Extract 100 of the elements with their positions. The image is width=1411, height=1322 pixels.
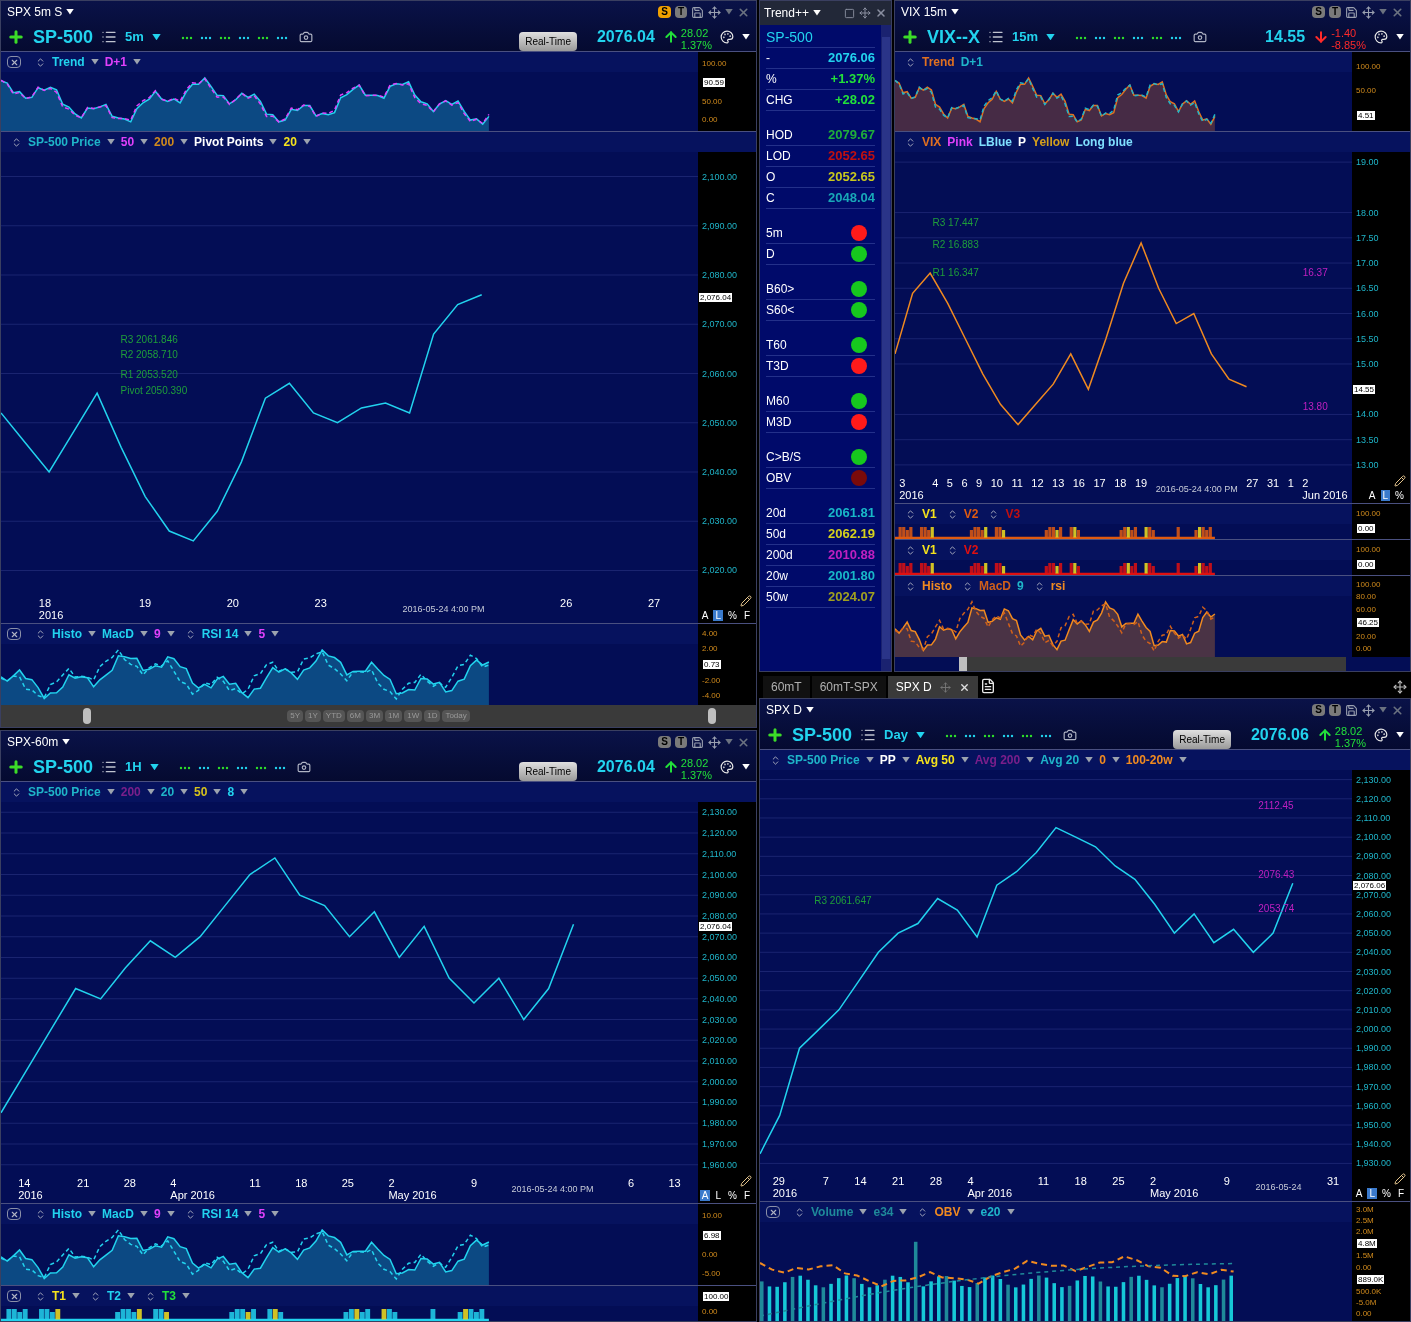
caret-icon[interactable] [271, 1211, 280, 1217]
palette-icon[interactable] [720, 760, 734, 774]
pencil-icon[interactable] [740, 1175, 752, 1187]
legend-item[interactable]: 20 [160, 783, 175, 801]
drag-handle-icon[interactable] [905, 56, 916, 68]
legend-item[interactable]: MacD [102, 625, 134, 643]
caret-icon[interactable] [166, 1211, 175, 1217]
caret-icon[interactable] [146, 789, 155, 795]
tool-button[interactable]: T [1328, 6, 1341, 18]
list-icon[interactable] [101, 29, 118, 45]
tab[interactable]: SPX D [887, 676, 978, 698]
legend-item[interactable]: MacD [979, 577, 1011, 595]
legend-item[interactable]: Yellow [1032, 133, 1070, 151]
legend-item[interactable]: Pivot Points [194, 133, 264, 151]
caret-icon[interactable] [1111, 757, 1120, 763]
legend-item[interactable]: Trend [922, 53, 955, 71]
legend-item[interactable]: V1 [922, 505, 937, 523]
tool-button[interactable]: T [674, 736, 687, 748]
new-tab-icon[interactable] [979, 678, 996, 694]
drag-handle-icon[interactable] [794, 1206, 805, 1218]
add-icon[interactable] [901, 28, 919, 46]
drag-handle-icon[interactable] [35, 628, 46, 640]
legend-item[interactable]: 0 [1099, 751, 1106, 769]
scale-button[interactable]: A [1366, 490, 1378, 501]
tool-button[interactable]: S [1312, 6, 1325, 18]
caret-icon[interactable] [106, 789, 115, 795]
scale-button[interactable]: L [713, 610, 723, 621]
interval-label[interactable]: 5m [125, 27, 144, 47]
real-time-button[interactable]: Real-Time [519, 761, 577, 781]
legend-item[interactable]: Histo [922, 577, 952, 595]
caret-icon[interactable] [133, 59, 142, 65]
palette-icon[interactable] [1374, 30, 1388, 44]
legend-item[interactable]: 9 [1017, 577, 1024, 595]
pencil-icon[interactable] [1394, 475, 1406, 487]
caret-icon[interactable] [127, 1293, 136, 1299]
tool-button[interactable]: T [674, 6, 687, 18]
legend-item[interactable]: 50 [194, 783, 208, 801]
pencil-icon[interactable] [1394, 1173, 1406, 1185]
scale-button[interactable]: L [1367, 1188, 1377, 1199]
chart-title[interactable]: SPX D [766, 701, 802, 719]
caret-icon[interactable] [1046, 33, 1056, 41]
save-icon[interactable] [1345, 703, 1358, 717]
legend-item[interactable]: SP-500 Price [28, 783, 101, 801]
legend-item[interactable]: V1 [922, 541, 937, 559]
chart-title[interactable]: SPX 5m S [7, 3, 63, 21]
drag-handle-icon[interactable] [11, 136, 22, 148]
tab[interactable]: 60mT [763, 676, 810, 698]
caret-icon[interactable] [1085, 757, 1094, 763]
legend-item[interactable]: Volume [811, 1203, 854, 1221]
caret-icon[interactable] [66, 9, 75, 15]
legend-item[interactable]: MacD [102, 1205, 134, 1223]
caret-icon[interactable] [149, 763, 159, 771]
drag-handle-icon[interactable] [962, 580, 973, 592]
save-icon[interactable] [1345, 5, 1358, 19]
tool-button[interactable]: S [658, 736, 671, 748]
legend-item[interactable]: V2 [963, 505, 979, 523]
list-icon[interactable] [860, 727, 877, 743]
caret-icon[interactable] [244, 631, 253, 637]
legend-item[interactable]: 50 [120, 133, 135, 151]
legend-item[interactable]: VIX [922, 133, 942, 151]
caret-icon[interactable] [62, 739, 71, 745]
caret-icon[interactable] [140, 1211, 148, 1217]
legend-item[interactable]: e20 [980, 1203, 1001, 1221]
legend-item[interactable]: e34 [873, 1203, 894, 1221]
palette-icon[interactable] [1374, 728, 1388, 742]
close-box-icon[interactable] [7, 1290, 21, 1302]
move-icon[interactable] [708, 735, 721, 749]
legend-item[interactable]: D+1 [104, 53, 128, 71]
legend-item[interactable]: RSI 14 [201, 1205, 239, 1223]
caret-icon[interactable] [106, 139, 115, 145]
caret-icon[interactable] [901, 757, 910, 763]
tool-button[interactable]: S [1312, 704, 1325, 716]
drag-handle-icon[interactable] [905, 580, 916, 592]
chart-title[interactable]: SPX-60m [7, 733, 59, 751]
add-icon[interactable] [7, 758, 25, 776]
move-icon[interactable] [859, 7, 871, 19]
scale-button[interactable]: A [699, 1190, 711, 1201]
caret-icon[interactable] [88, 1211, 96, 1217]
caret-icon[interactable] [859, 1209, 868, 1215]
tool-button[interactable]: T [1328, 704, 1341, 716]
interval-label[interactable]: 1H [125, 757, 142, 777]
drag-handle-icon[interactable] [35, 1208, 46, 1220]
caret-icon[interactable] [742, 34, 750, 40]
legend-item[interactable]: rsi [1050, 577, 1066, 595]
camera-icon[interactable] [296, 760, 311, 774]
close-icon[interactable] [958, 681, 970, 693]
camera-icon[interactable] [298, 30, 313, 44]
symbol-label[interactable]: SP-500 [33, 23, 94, 51]
legend-item[interactable]: SP-500 Price [28, 133, 101, 151]
real-time-button[interactable]: Real-Time [1173, 729, 1231, 749]
add-icon[interactable] [7, 28, 25, 46]
caret-icon[interactable] [213, 789, 222, 795]
legend-item[interactable]: Pink [947, 133, 973, 151]
caret-icon[interactable] [180, 789, 189, 795]
caret-icon[interactable] [180, 139, 189, 145]
move-icon[interactable] [1362, 703, 1375, 717]
legend-item[interactable]: 200 [154, 133, 175, 151]
caret-icon[interactable] [951, 9, 960, 15]
caret-icon[interactable] [812, 10, 821, 16]
close-icon[interactable] [1391, 703, 1404, 717]
